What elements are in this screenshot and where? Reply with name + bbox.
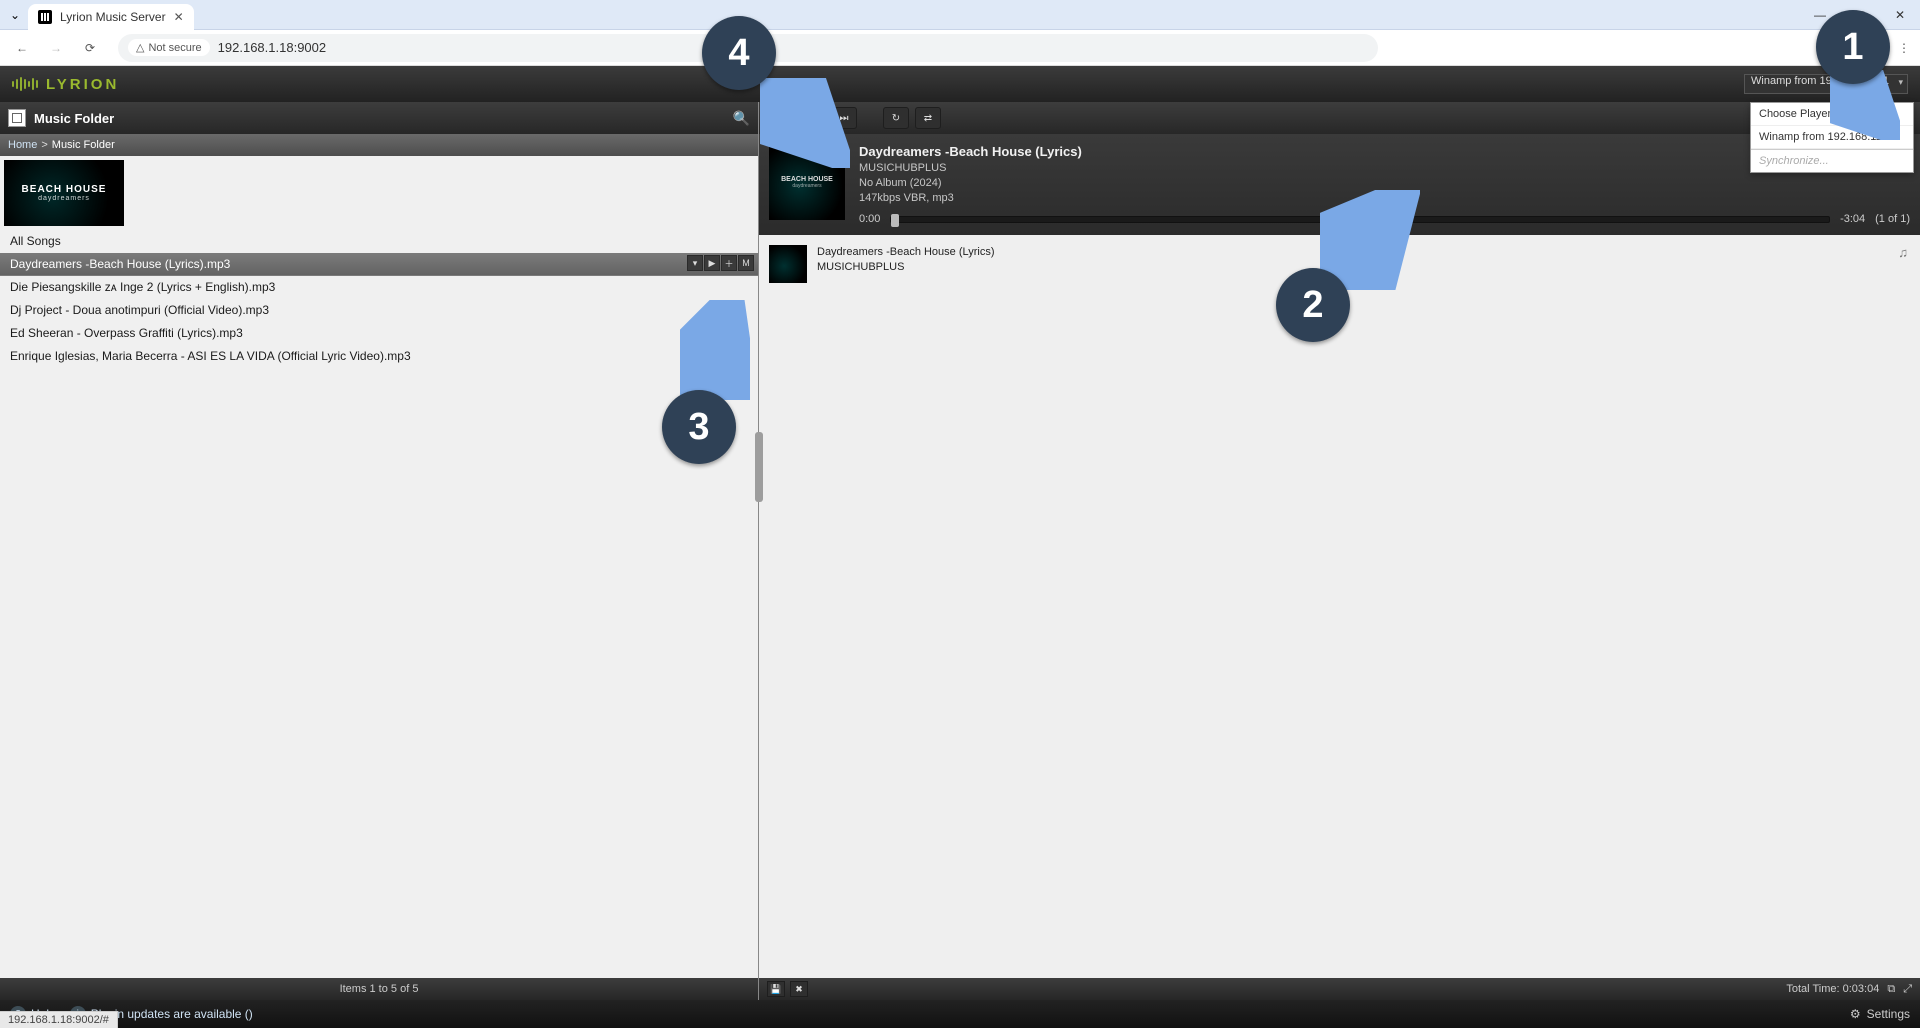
arrow-4: [760, 78, 850, 168]
callout-badge-3: 3: [662, 390, 736, 464]
settings-link[interactable]: ⚙ Settings: [1850, 1007, 1910, 1021]
folder-album-art[interactable]: BEACH HOUSE daydreamers: [4, 160, 124, 226]
browser-nav-bar: ← → ⟳ △ Not secure 192.168.1.18:9002 ☆ ⋮: [0, 30, 1920, 66]
callout-badge-1: 1: [1816, 10, 1890, 84]
brand: LYRION: [12, 76, 119, 93]
tab-close-icon[interactable]: ✕: [174, 10, 184, 24]
breadcrumb-home[interactable]: Home: [8, 139, 37, 151]
callout-badge-2: 2: [1276, 268, 1350, 342]
play-queue: Daydreamers -Beach House (Lyrics) MUSICH…: [759, 235, 1920, 978]
queue-item-title: Daydreamers -Beach House (Lyrics): [817, 245, 994, 260]
browser-menu-icon[interactable]: ⋮: [1898, 46, 1910, 50]
song-row-actions: ▾ ▶ ＋ M: [687, 255, 754, 271]
app-header: LYRION Winamp from 192.168.112.1 Choose …: [0, 66, 1920, 102]
playback-controls: ⏮ ▶ ⏭ ↻ ⇄ 🔈 🔊: [759, 102, 1920, 134]
track-index: (1 of 1): [1875, 213, 1910, 225]
right-footer: 💾 ✖ Total Time: 0:03:04 ⧉ ⤢: [759, 978, 1920, 1000]
left-footer: Items 1 to 5 of 5: [0, 978, 758, 1000]
security-badge[interactable]: △ Not secure: [128, 39, 210, 56]
folder-header: Music Folder 🔍: [0, 102, 758, 134]
clear-playlist-icon[interactable]: ✖: [790, 981, 808, 997]
breadcrumb-current: Music Folder: [52, 139, 115, 151]
save-playlist-icon[interactable]: 💾: [767, 981, 785, 997]
song-action-add-icon[interactable]: ＋: [721, 255, 737, 271]
album-art-line1: BEACH HOUSE: [22, 184, 107, 195]
folder-icon: [8, 109, 26, 127]
search-icon[interactable]: 🔍: [733, 110, 750, 127]
remaining-time: -3:04: [1840, 213, 1865, 225]
all-songs-row[interactable]: All Songs: [0, 230, 758, 253]
queue-art-icon: [769, 245, 807, 283]
app-root: LYRION Winamp from 192.168.112.1 Choose …: [0, 66, 1920, 1028]
url-text: 192.168.1.18:9002: [218, 40, 326, 55]
elapsed-time: 0:00: [859, 213, 880, 225]
tabs-dropdown-icon[interactable]: ⌄: [6, 6, 24, 24]
splitter-handle[interactable]: [755, 432, 763, 502]
total-time-label: Total Time: 0:03:04: [1786, 983, 1879, 995]
popout-icon[interactable]: ⧉: [1887, 983, 1895, 996]
repeat-button[interactable]: ↻: [883, 107, 909, 129]
arrow-3: [680, 300, 750, 400]
browser-tab[interactable]: Lyrion Music Server ✕: [28, 4, 194, 30]
browser-tab-strip: ⌄ Lyrion Music Server ✕ — ▢ ✕: [0, 0, 1920, 30]
callout-badge-4: 4: [702, 16, 776, 90]
album-art-line2: daydreamers: [38, 195, 90, 202]
favicon-icon: [38, 10, 52, 24]
nav-forward-button[interactable]: →: [44, 36, 68, 60]
song-row[interactable]: Dj Project - Doua anotimpuri (Official V…: [0, 299, 758, 322]
song-row[interactable]: Die Piesangskille ᴢᴀ Inge 2 (Lyrics + En…: [0, 276, 758, 299]
settings-label: Settings: [1867, 1007, 1910, 1021]
items-count: Items 1 to 5 of 5: [340, 983, 419, 995]
song-row[interactable]: Ed Sheeran - Overpass Graffiti (Lyrics).…: [0, 322, 758, 345]
window-close-icon[interactable]: ✕: [1886, 8, 1914, 22]
song-row-label: Daydreamers -Beach House (Lyrics).mp3: [10, 257, 230, 271]
main-split: Music Folder 🔍 Home > Music Folder BEACH…: [0, 102, 1920, 1000]
song-action-more-icon[interactable]: ▾: [687, 255, 703, 271]
app-bottom-bar: ? Help i Plugin updates are available ()…: [0, 1000, 1920, 1028]
breadcrumb: Home > Music Folder: [0, 134, 758, 156]
brand-icon: [12, 77, 38, 91]
song-action-queue-icon[interactable]: M: [738, 255, 754, 271]
queue-item-artist: MUSICHUBPLUS: [817, 260, 994, 275]
folder-title: Music Folder: [34, 111, 114, 126]
fullscreen-icon[interactable]: ⤢: [1903, 983, 1912, 996]
breadcrumb-separator: >: [41, 139, 47, 151]
now-playing-album[interactable]: No Album (2024): [859, 177, 1910, 189]
nav-reload-button[interactable]: ⟳: [78, 36, 102, 60]
shuffle-button[interactable]: ⇄: [915, 107, 941, 129]
song-action-play-icon[interactable]: ▶: [704, 255, 720, 271]
brand-text: LYRION: [46, 76, 119, 93]
warning-icon: △: [136, 41, 144, 54]
security-label: Not secure: [148, 42, 201, 54]
song-row[interactable]: Daydreamers -Beach House (Lyrics).mp3 ▾ …: [0, 253, 758, 276]
song-row[interactable]: Enrique Iglesias, Maria Becerra - ASI ES…: [0, 345, 758, 368]
tab-title: Lyrion Music Server: [60, 10, 166, 24]
player-menu-sync[interactable]: Synchronize...: [1751, 150, 1913, 172]
music-note-icon[interactable]: ♫: [1898, 245, 1908, 260]
gear-icon: ⚙: [1850, 1007, 1861, 1021]
left-pane: Music Folder 🔍 Home > Music Folder BEACH…: [0, 102, 759, 1000]
nav-back-button[interactable]: ←: [10, 36, 34, 60]
status-url: 192.168.1.18:9002/#: [0, 1011, 118, 1028]
